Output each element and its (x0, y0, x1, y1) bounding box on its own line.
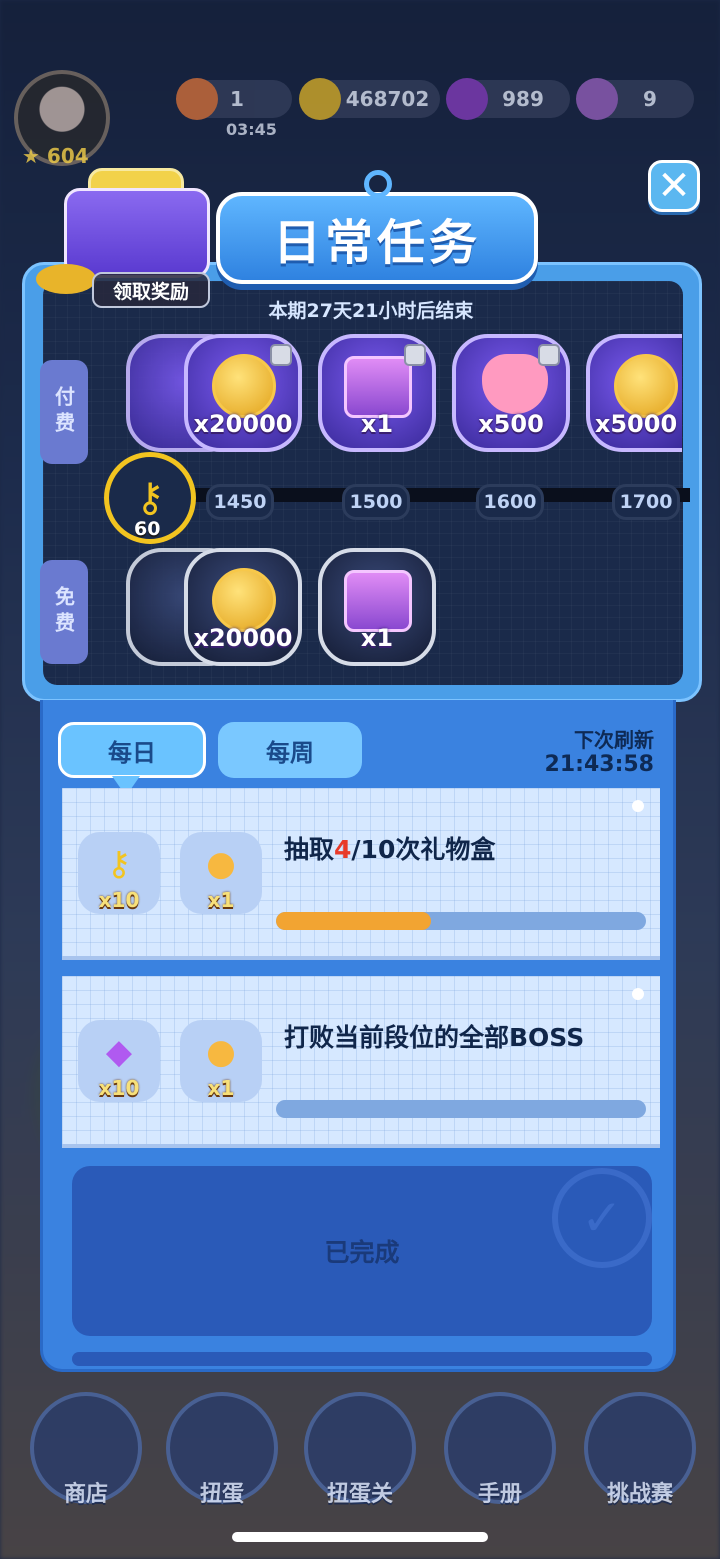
task-title: 抽取4/10次礼物盒 (284, 835, 496, 864)
gift-box-icon (344, 570, 412, 632)
task-progress-fill (276, 912, 432, 930)
gem-icon (446, 78, 488, 120)
refresh-label: 下次刷新 (574, 728, 654, 752)
gem-counter[interactable]: 989 (446, 78, 570, 120)
home-indicator[interactable] (232, 1532, 488, 1542)
energy-timer: 03:45 (226, 120, 277, 139)
status-dot (632, 800, 644, 812)
milestone-1600: 1600 (476, 484, 544, 520)
energy-counter[interactable]: 1 (176, 78, 292, 120)
coin-pile-icon (36, 264, 96, 294)
gem-icon: ◆ (105, 1032, 133, 1072)
task-reward-cake: ● x1 (180, 832, 262, 914)
period-countdown: 本期27天21小时后结束 (268, 300, 474, 322)
tab-daily[interactable]: 每日 (58, 722, 206, 778)
lock-icon (270, 344, 292, 366)
paid-reward-2[interactable]: x1 (318, 334, 436, 452)
refresh-countdown: 21:43:58 (544, 752, 654, 777)
coin-icon (212, 354, 276, 418)
coin-icon (614, 354, 678, 418)
cake-icon: ● (206, 844, 236, 884)
task-card[interactable]: ◆ x10 ● x1 打败当前段位的全部BOSS (62, 976, 660, 1148)
page-title: 日常任务 (272, 215, 481, 271)
panel-bottom-edge (72, 1352, 652, 1366)
paid-track-label: 付费 (40, 360, 88, 464)
key-icon: ⚷ (106, 844, 132, 884)
checkmark-icon: ✓ (552, 1168, 652, 1268)
paid-reward-1[interactable]: x20000 (184, 334, 302, 452)
banner-hook (364, 170, 392, 198)
free-reward-2[interactable]: x1 (318, 548, 436, 666)
top-resource-bar: ★ 604 1 03:45 468702 989 9 (0, 70, 720, 180)
paid-reward-3[interactable]: x500 (452, 334, 570, 452)
cake-icon: ● (206, 1032, 236, 1072)
lightning-icon (176, 78, 218, 120)
coin-icon (212, 568, 276, 632)
crown-counter[interactable]: 9 (576, 78, 694, 120)
nav-gacha-level-label: 扭蛋关 (326, 1482, 393, 1507)
task-card[interactable]: ⚷ x10 ● x1 抽取4/10次礼物盒 (62, 788, 660, 960)
free-reward-1[interactable]: x20000 (184, 548, 302, 666)
status-dot (632, 988, 644, 1000)
crown-icon (576, 78, 618, 120)
nav-gacha-label: 扭蛋 (199, 1482, 244, 1507)
nav-shop-label: 商店 (63, 1482, 108, 1507)
nav-challenge-label: 挑战赛 (606, 1482, 673, 1507)
close-icon: ✕ (657, 163, 691, 209)
task-reward-gem: ◆ x10 (78, 1020, 160, 1102)
coin-icon (299, 78, 341, 120)
gift-box-icon (344, 356, 412, 418)
chest-body (64, 188, 210, 278)
milestone-1500: 1500 (342, 484, 410, 520)
key-icon: ⚷ (135, 475, 165, 521)
free-track-label: 免费 (40, 560, 88, 664)
tab-weekly[interactable]: 每周 (218, 722, 362, 778)
completed-label: 已完成 (324, 1238, 400, 1267)
close-button[interactable]: ✕ (648, 160, 700, 212)
title-banner: 日常任务 (216, 170, 538, 284)
task-progress-bar (276, 1100, 646, 1118)
task-title: 打败当前段位的全部BOSS (284, 1023, 585, 1052)
task-reward-cake: ● x1 (180, 1020, 262, 1102)
milestone-1450: 1450 (206, 484, 274, 520)
paid-reward-4[interactable]: x5000 (586, 334, 682, 452)
task-progress-bar (276, 912, 646, 930)
player-level: ★ 604 (22, 144, 89, 168)
lock-icon (404, 344, 426, 366)
coin-counter[interactable]: 468702 (299, 78, 440, 120)
nav-album-label: 手册 (477, 1482, 522, 1507)
key-count: 60 (134, 518, 161, 540)
milestone-1700: 1700 (612, 484, 680, 520)
lock-icon (538, 344, 560, 366)
task-reward-key: ⚷ x10 (78, 832, 160, 914)
